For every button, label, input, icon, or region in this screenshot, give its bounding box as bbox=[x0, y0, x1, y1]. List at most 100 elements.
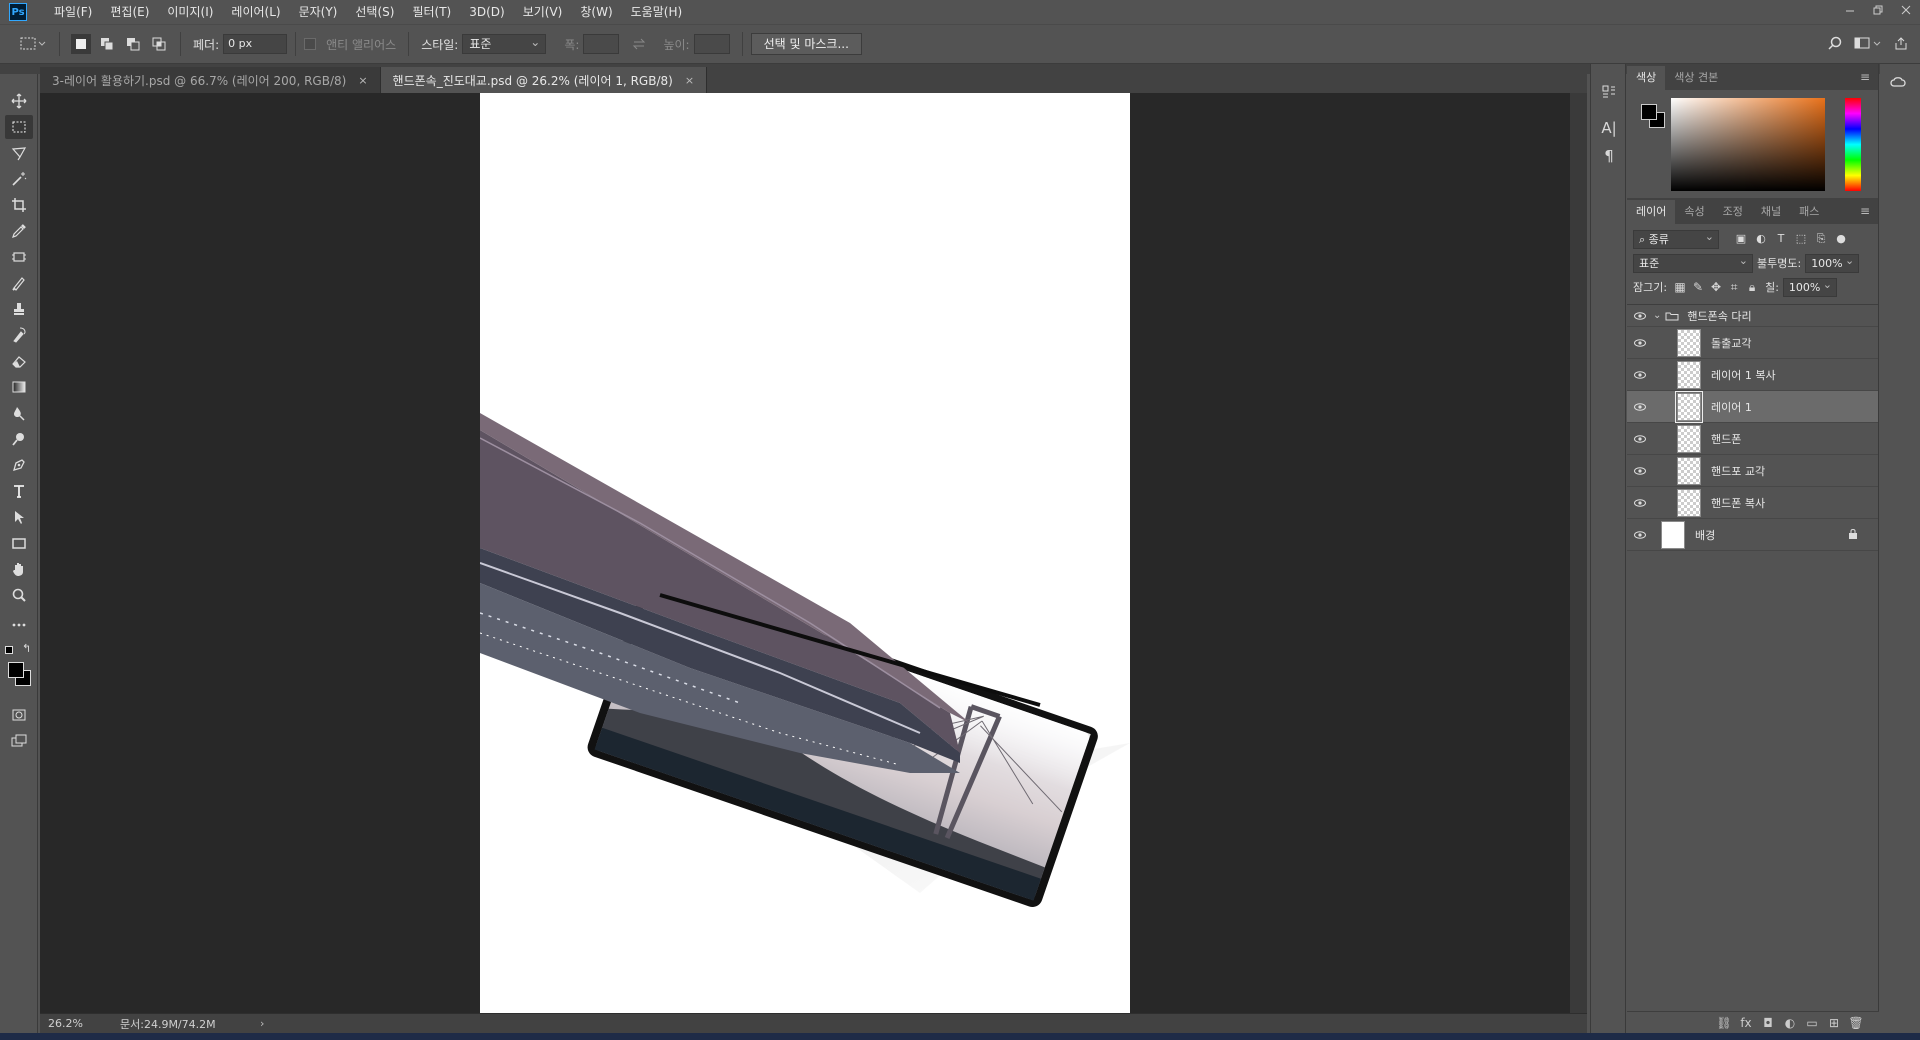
menu-select[interactable]: 선택(S) bbox=[346, 0, 403, 24]
layer-row[interactable]: 돌출교각 bbox=[1627, 327, 1878, 359]
tab-adjustments[interactable]: 조정 bbox=[1714, 200, 1752, 224]
foreground-color-swatch[interactable] bbox=[1641, 104, 1657, 120]
antialias-checkbox[interactable] bbox=[304, 38, 317, 50]
visibility-eye-icon[interactable] bbox=[1627, 311, 1653, 320]
tab-swatches[interactable]: 색상 견본 bbox=[1665, 66, 1727, 90]
magic-wand-tool[interactable] bbox=[0, 166, 38, 192]
select-and-mask-button[interactable]: 선택 및 마스크... bbox=[750, 33, 862, 55]
subtract-selection-icon[interactable] bbox=[123, 34, 143, 54]
menu-file[interactable]: 파일(F) bbox=[45, 0, 101, 24]
panel-menu-icon[interactable]: ≡ bbox=[1860, 70, 1870, 84]
dodge-tool[interactable] bbox=[0, 426, 38, 452]
link-layers-icon[interactable]: ⛓ bbox=[1713, 1016, 1735, 1030]
swap-dimensions-icon[interactable] bbox=[629, 34, 649, 54]
shape-tool[interactable] bbox=[0, 530, 38, 556]
lasso-tool[interactable] bbox=[0, 140, 38, 166]
adjustment-filter-icon[interactable]: ◐ bbox=[1751, 232, 1771, 246]
tab-channels[interactable]: 채널 bbox=[1752, 200, 1790, 224]
fx-icon[interactable]: fx bbox=[1735, 1016, 1757, 1030]
swap-colors-icon[interactable]: ↰ bbox=[22, 642, 31, 655]
lock-image-icon[interactable]: ✎ bbox=[1689, 280, 1707, 294]
gradient-tool[interactable] bbox=[0, 374, 38, 400]
brush-tool[interactable] bbox=[0, 270, 38, 296]
menu-window[interactable]: 창(W) bbox=[571, 0, 621, 24]
tab-document-2[interactable]: 핸드폰속_진도대교.psd @ 26.2% (레이어 1, RGB/8) × bbox=[380, 67, 708, 93]
delete-layer-icon[interactable]: 🗑︎ bbox=[1845, 1016, 1867, 1030]
history-icon[interactable] bbox=[1591, 78, 1627, 106]
creative-cloud-icon[interactable] bbox=[1880, 68, 1916, 96]
opacity-input[interactable]: 100% bbox=[1805, 252, 1860, 273]
fill-input[interactable]: 100% bbox=[1782, 276, 1837, 297]
layer-row[interactable]: 핸드포 교각 bbox=[1627, 455, 1878, 487]
close-window-icon[interactable] bbox=[1892, 0, 1920, 20]
restore-icon[interactable] bbox=[1864, 0, 1892, 20]
eraser-tool[interactable] bbox=[0, 348, 38, 374]
layer-row[interactable]: 핸드폰 bbox=[1627, 423, 1878, 455]
chevron-down-icon[interactable]: ⌄ bbox=[1653, 310, 1661, 321]
frame-tool[interactable] bbox=[0, 244, 38, 270]
menu-3d[interactable]: 3D(D) bbox=[460, 0, 513, 24]
document-canvas[interactable] bbox=[480, 93, 1130, 1013]
menu-view[interactable]: 보기(V) bbox=[514, 0, 572, 24]
filter-toggle-icon[interactable]: ● bbox=[1831, 232, 1851, 246]
default-colors-icon[interactable] bbox=[5, 646, 13, 654]
visibility-eye-icon[interactable] bbox=[1627, 370, 1653, 379]
character-panel-icon[interactable]: A| bbox=[1591, 114, 1627, 142]
lock-artboard-icon[interactable]: ⌗ bbox=[1725, 280, 1743, 295]
color-picker-field[interactable] bbox=[1671, 98, 1825, 191]
canvas-vertical-scrollbar[interactable] bbox=[1570, 93, 1587, 1013]
background-layer-row[interactable]: 배경 bbox=[1627, 519, 1878, 551]
quick-mask-button[interactable] bbox=[0, 702, 38, 728]
visibility-eye-icon[interactable] bbox=[1627, 338, 1653, 347]
shape-filter-icon[interactable]: ⬚ bbox=[1791, 232, 1811, 246]
intersect-selection-icon[interactable] bbox=[149, 34, 169, 54]
pen-tool[interactable] bbox=[0, 452, 38, 478]
tab-document-1[interactable]: 3-레이어 활용하기.psd @ 66.7% (레이어 200, RGB/8) … bbox=[40, 67, 381, 93]
lock-position-icon[interactable]: ✥ bbox=[1707, 280, 1725, 294]
pixel-filter-icon[interactable]: ▣ bbox=[1731, 232, 1751, 246]
layer-filter-select[interactable]: ⌕ 종류 bbox=[1633, 228, 1719, 249]
new-selection-icon[interactable] bbox=[71, 34, 91, 54]
blend-mode-select[interactable]: 표준 bbox=[1633, 252, 1753, 273]
canvas-area[interactable] bbox=[40, 93, 1570, 1013]
visibility-eye-icon[interactable] bbox=[1627, 434, 1653, 443]
new-group-icon[interactable]: ▭ bbox=[1801, 1016, 1823, 1030]
layer-group-row[interactable]: ⌄ 핸드폰속 다리 bbox=[1627, 305, 1878, 327]
marquee-preset-icon[interactable] bbox=[18, 34, 48, 54]
visibility-eye-icon[interactable] bbox=[1627, 466, 1653, 475]
menu-edit[interactable]: 편집(E) bbox=[101, 0, 158, 24]
eyedropper-tool[interactable] bbox=[0, 218, 38, 244]
visibility-eye-icon[interactable] bbox=[1627, 530, 1653, 539]
workspace-icon[interactable] bbox=[1851, 33, 1885, 53]
lock-all-icon[interactable]: 🔒︎ bbox=[1743, 280, 1761, 295]
history-brush-tool[interactable] bbox=[0, 322, 38, 348]
marquee-tool[interactable] bbox=[0, 114, 38, 140]
path-selection-tool[interactable] bbox=[0, 504, 38, 530]
close-tab-icon[interactable]: × bbox=[685, 74, 694, 87]
close-tab-icon[interactable]: × bbox=[358, 74, 367, 87]
smart-object-filter-icon[interactable]: ⎘ bbox=[1811, 232, 1831, 246]
menu-filter[interactable]: 필터(T) bbox=[403, 0, 460, 24]
visibility-eye-icon[interactable] bbox=[1627, 498, 1653, 507]
new-adjustment-icon[interactable]: ◐ bbox=[1779, 1016, 1801, 1030]
screen-mode-button[interactable] bbox=[0, 728, 38, 754]
hand-tool[interactable] bbox=[0, 556, 38, 582]
menu-image[interactable]: 이미지(I) bbox=[158, 0, 222, 24]
hue-slider[interactable] bbox=[1845, 98, 1861, 191]
zoom-tool[interactable] bbox=[0, 582, 38, 608]
layer-row[interactable]: 레이어 1 복사 bbox=[1627, 359, 1878, 391]
tab-layers[interactable]: 레이어 bbox=[1627, 200, 1676, 224]
tab-properties[interactable]: 속성 bbox=[1675, 200, 1713, 224]
more-tools[interactable] bbox=[0, 612, 38, 638]
feather-input[interactable]: 0 px bbox=[223, 34, 288, 54]
menu-help[interactable]: 도움말(H) bbox=[622, 0, 692, 24]
stamp-tool[interactable] bbox=[0, 296, 38, 322]
tab-paths[interactable]: 패스 bbox=[1790, 200, 1828, 224]
blur-tool[interactable] bbox=[0, 400, 38, 426]
panel-menu-icon[interactable]: ≡ bbox=[1860, 204, 1870, 218]
add-selection-icon[interactable] bbox=[97, 34, 117, 54]
type-filter-icon[interactable]: T bbox=[1771, 232, 1791, 246]
new-layer-icon[interactable]: ⊞ bbox=[1823, 1016, 1845, 1030]
crop-tool[interactable] bbox=[0, 192, 38, 218]
zoom-level[interactable]: 26.2% bbox=[40, 1017, 120, 1030]
